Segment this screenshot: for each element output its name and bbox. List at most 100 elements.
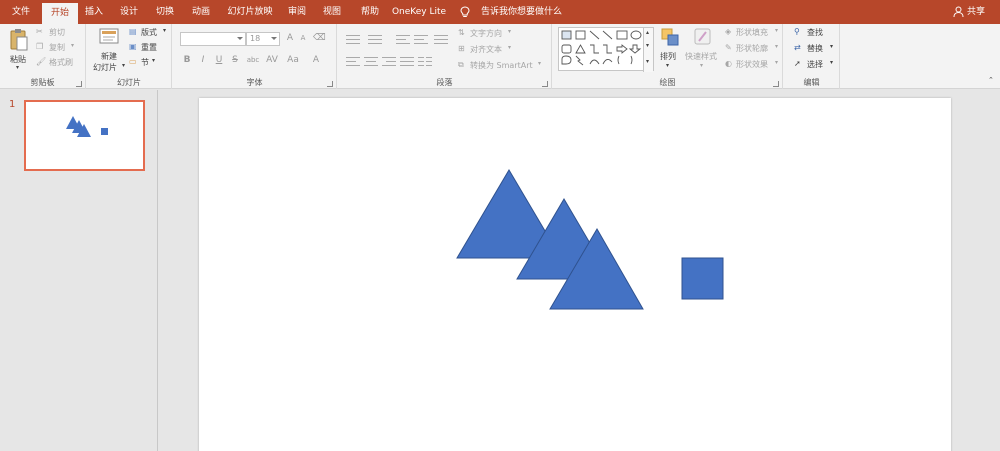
new-slide-dropdown-icon: ▾ (122, 62, 126, 69)
paragraph-launcher[interactable] (542, 81, 548, 87)
shrink-font-button[interactable]: A (297, 34, 309, 42)
chevron-down-icon: ▾ (666, 62, 670, 69)
strikethrough-button[interactable]: S (229, 55, 241, 65)
numbering-icon[interactable] (368, 34, 382, 44)
align-text-label: 对齐文本 (470, 45, 502, 54)
paragraph-group-label: 段落 (436, 78, 453, 87)
cut-button[interactable]: ✂ 剪切 (36, 27, 80, 39)
tab-design[interactable]: 设计 (112, 0, 146, 24)
tab-review[interactable]: 审阅 (282, 0, 312, 24)
editing-group-label: 编辑 (803, 78, 820, 87)
clipboard-launcher[interactable] (76, 81, 82, 87)
increase-indent-icon[interactable] (414, 34, 428, 44)
tab-home[interactable]: 开始 (42, 3, 78, 24)
tab-view[interactable]: 视图 (316, 0, 348, 24)
tab-animations[interactable]: 动画 (184, 0, 218, 24)
arrange-button[interactable]: 排列 ▾ (658, 27, 682, 73)
change-case-button[interactable]: Aa (285, 55, 301, 65)
tab-onekey-lite[interactable]: OneKey Lite (390, 0, 448, 24)
font-launcher[interactable] (327, 81, 333, 87)
chevron-down-icon: ▾ (538, 60, 542, 67)
align-left-icon[interactable] (346, 56, 360, 66)
quick-styles-label: 快速样式 (685, 52, 717, 61)
align-text-button[interactable]: ⊞ 对齐文本 ▾ (458, 44, 538, 56)
share-label: 共享 (967, 7, 986, 17)
format-painter-button[interactable]: 🖌 格式刷 (36, 57, 82, 69)
chevron-down-icon: ▾ (508, 28, 512, 35)
paint-bucket-icon: ◈ (725, 27, 732, 36)
shape-outline-button[interactable]: ✎ 形状轮廓 ▾ (725, 43, 783, 55)
decrease-indent-icon[interactable] (396, 34, 410, 44)
layout-icon: ▤ (129, 27, 137, 36)
bullets-icon[interactable] (346, 34, 360, 44)
square-shape[interactable] (681, 257, 724, 300)
columns-icon[interactable] (418, 56, 432, 66)
copy-icon: ❐ (36, 42, 44, 51)
text-direction-button[interactable]: ⇅ 文字方向 ▾ (458, 28, 538, 40)
copy-button[interactable]: ❐ 复制 ▾ (36, 42, 84, 54)
font-name-dropdown[interactable] (180, 32, 246, 46)
italic-button[interactable]: I (197, 55, 209, 65)
shape-fill-button[interactable]: ◈ 形状填充 ▾ (725, 27, 783, 39)
select-button[interactable]: ➚ 选择 ▾ (794, 59, 838, 71)
section-button[interactable]: ▭ 节 ▾ (129, 57, 169, 69)
slide-thumbnail[interactable] (24, 100, 145, 171)
collapse-ribbon-icon[interactable]: ⌃ (988, 76, 994, 84)
more-icon: ▾ (646, 58, 650, 65)
slide-canvas[interactable] (199, 98, 951, 451)
convert-smartart-button[interactable]: ⧉ 转换为 SmartArt ▾ (458, 60, 550, 72)
shapes-gallery[interactable]: ▴ ▾ ▾ (558, 27, 654, 72)
shape-effects-label: 形状效果 (736, 60, 768, 69)
powerpoint-window: 文件 开始 插入 设计 切换 动画 幻灯片放映 审阅 视图 帮助 OneKey … (0, 0, 1000, 451)
replace-label: 替换 (807, 44, 823, 53)
copy-dropdown-icon: ▾ (71, 42, 75, 49)
bold-button[interactable]: B (181, 55, 193, 65)
shape-effects-button[interactable]: ◐ 形状效果 ▾ (725, 59, 783, 71)
tell-me-text: 告诉我你想要做什么 (481, 7, 563, 17)
justify-icon[interactable] (400, 56, 414, 66)
paragraph-group: ⇅ 文字方向 ▾ ⊞ 对齐文本 ▾ ⧉ 转换为 SmartArt ▾ 段落 (338, 24, 552, 89)
reset-button[interactable]: ▣ 重置 (129, 42, 169, 54)
font-group: 18 A A ⌫ B I U S abc AV Aa A 字体 (173, 24, 337, 89)
find-button[interactable]: ⚲ 查找 (794, 27, 838, 39)
font-size-dropdown[interactable]: 18 (246, 32, 280, 46)
shape-fill-label: 形状填充 (736, 28, 768, 37)
new-slide-button[interactable]: 新建 幻灯片 ▾ (91, 27, 127, 73)
arrange-icon (661, 28, 679, 46)
shapes-gallery-icons (561, 30, 642, 66)
tab-help[interactable]: 帮助 (354, 0, 386, 24)
clear-format-icon[interactable]: ⌫ (313, 33, 326, 43)
menu-bar: 文件 开始 插入 设计 切换 动画 幻灯片放映 审阅 视图 帮助 OneKey … (0, 0, 1000, 24)
tab-insert[interactable]: 插入 (78, 0, 110, 24)
align-right-icon[interactable] (382, 56, 396, 66)
format-painter-label: 格式刷 (49, 58, 73, 67)
char-spacing-button[interactable]: AV (264, 55, 280, 65)
slide-number: 1 (9, 99, 16, 110)
gallery-scrollbar[interactable]: ▴ ▾ ▾ (643, 28, 653, 72)
smartart-icon: ⧉ (458, 60, 464, 69)
align-text-icon: ⊞ (458, 44, 465, 53)
cut-label: 剪切 (49, 28, 65, 37)
drawing-launcher[interactable] (773, 81, 779, 87)
clipboard-icon (10, 29, 28, 51)
copy-label: 复制 (49, 43, 65, 52)
font-color-button[interactable]: A (310, 55, 322, 65)
underline-button[interactable]: U (213, 55, 225, 65)
replace-button[interactable]: ⇄ 替换 ▾ (794, 43, 838, 55)
paste-button[interactable]: 粘贴 ▾ (6, 28, 32, 72)
editing-group: ⚲ 查找 ⇄ 替换 ▾ ➚ 选择 ▾ 编辑 (784, 24, 840, 89)
layout-button[interactable]: ▤ 版式 ▾ (129, 27, 171, 39)
tab-file[interactable]: 文件 (0, 0, 42, 24)
line-spacing-icon[interactable] (434, 34, 448, 44)
tab-transitions[interactable]: 切换 (148, 0, 182, 24)
grow-font-button[interactable]: A (284, 33, 296, 43)
shadow-button[interactable]: abc (245, 56, 261, 64)
align-center-icon[interactable] (364, 56, 378, 66)
tab-slideshow[interactable]: 幻灯片放映 (222, 0, 278, 24)
quick-styles-button[interactable]: 快速样式 ▾ (684, 27, 722, 73)
chevron-down-icon: ▾ (830, 43, 834, 50)
new-slide-label-2: 幻灯片 (93, 63, 117, 72)
text-direction-icon: ⇅ (458, 28, 465, 37)
section-icon: ▭ (129, 57, 137, 66)
quick-styles-icon (694, 28, 711, 45)
